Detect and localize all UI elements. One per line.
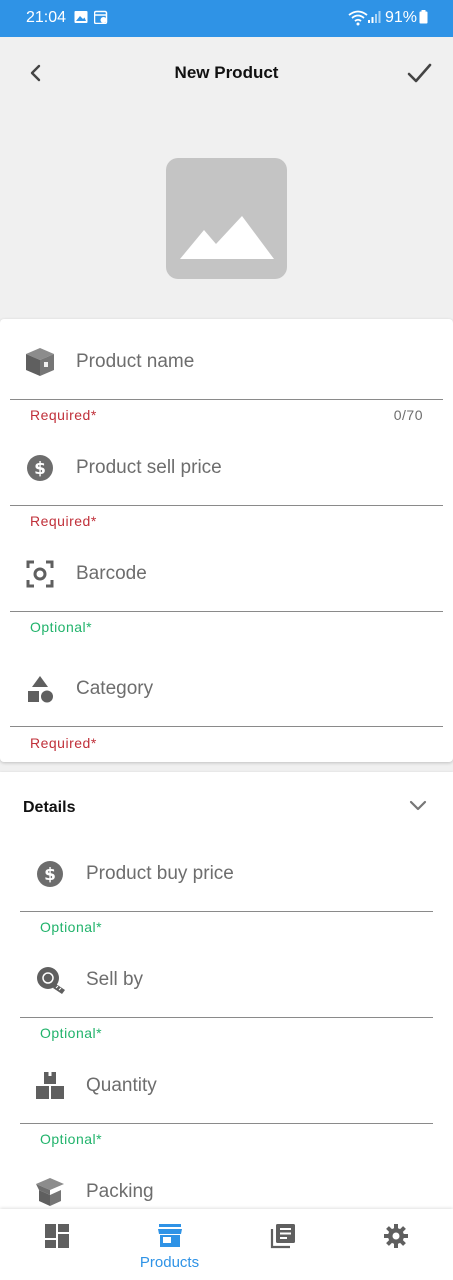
battery-icon	[419, 10, 428, 24]
nav-settings[interactable]	[339, 1209, 452, 1280]
nav-products[interactable]: Products	[113, 1209, 226, 1280]
gallery-icon	[74, 11, 88, 23]
sell-by-helper: Optional*	[40, 1025, 103, 1041]
signal-icon	[368, 11, 381, 23]
sell-by-field[interactable]: Sell by	[20, 937, 433, 1018]
dashboard-icon	[45, 1224, 69, 1248]
bottom-navigation: Products	[0, 1209, 453, 1280]
check-icon[interactable]	[405, 59, 433, 87]
boxes-icon	[36, 1072, 64, 1099]
nav-products-label: Products	[139, 1254, 200, 1271]
category-helper: Required*	[30, 735, 97, 751]
app-bar: New Product	[0, 37, 453, 109]
box-icon	[26, 348, 54, 376]
quantity-label: Quantity	[86, 1075, 157, 1096]
dollar-icon: $	[37, 861, 63, 887]
chevron-down-icon[interactable]	[407, 794, 429, 816]
open-box-icon	[36, 1178, 64, 1206]
details-card: Details $ Product buy price Optional* Se…	[0, 772, 453, 1280]
quantity-helper: Optional*	[40, 1131, 103, 1147]
nav-dashboard[interactable]	[0, 1209, 113, 1280]
buy-price-helper: Optional*	[40, 919, 103, 935]
status-time: 21:04	[26, 9, 67, 26]
product-buy-price-label: Product buy price	[86, 863, 234, 884]
sell-by-label: Sell by	[86, 969, 144, 990]
product-image-picker[interactable]	[166, 158, 287, 279]
category-shapes-icon	[28, 676, 53, 703]
product-sell-price-label: Product sell price	[76, 457, 222, 478]
image-placeholder-icon	[180, 216, 274, 259]
product-buy-price-field[interactable]: $ Product buy price	[20, 831, 433, 912]
category-field[interactable]: Category	[10, 646, 443, 727]
settings-gear-icon	[384, 1224, 408, 1248]
calendar-icon	[94, 10, 108, 24]
svg-text:$: $	[44, 865, 56, 885]
barcode-label: Barcode	[76, 563, 147, 584]
wifi-icon	[348, 10, 368, 26]
measuring-tape-icon	[37, 967, 65, 994]
packing-label: Packing	[86, 1181, 154, 1202]
product-name-counter: 0/70	[393, 407, 423, 423]
barcode-helper: Optional*	[30, 619, 93, 635]
sell-price-helper: Required*	[30, 513, 97, 529]
battery-percentage: 91%	[384, 9, 417, 26]
product-sell-price-field[interactable]: $ Product sell price	[10, 425, 443, 506]
library-icon	[270, 1224, 295, 1249]
main-fields-card: Product name Required* 0/70 $ Product se…	[0, 319, 453, 762]
nav-library[interactable]	[226, 1209, 339, 1280]
quantity-field[interactable]: Quantity	[20, 1043, 433, 1124]
product-name-field[interactable]: Product name	[10, 319, 443, 400]
page-title: New Product	[174, 63, 279, 82]
barcode-scan-icon	[26, 560, 54, 588]
svg-text:$: $	[34, 459, 46, 479]
dollar-icon: $	[27, 455, 53, 481]
details-title: Details	[23, 799, 76, 816]
status-bar: 21:04 91%	[0, 0, 453, 37]
store-icon	[158, 1224, 182, 1247]
barcode-field[interactable]: Barcode	[10, 531, 443, 612]
product-name-helper: Required*	[30, 407, 97, 423]
category-label: Category	[76, 678, 154, 699]
product-name-label: Product name	[76, 351, 195, 372]
